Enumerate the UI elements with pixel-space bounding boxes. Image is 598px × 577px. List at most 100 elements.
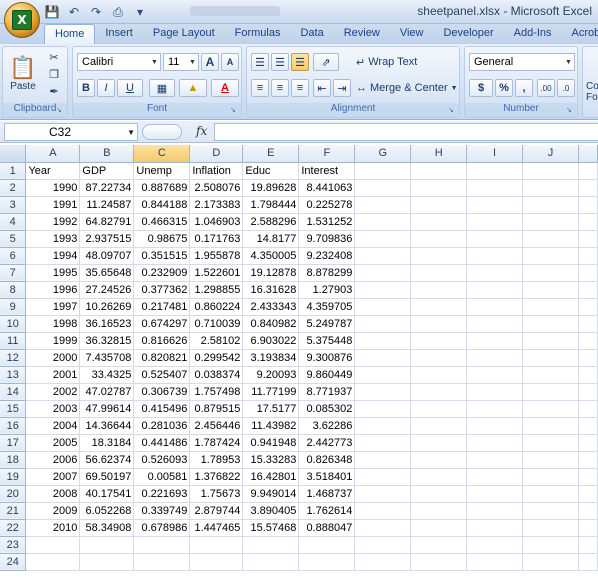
cell[interactable] [298,553,356,571]
cell[interactable]: 2001 [25,366,81,384]
cell[interactable] [578,332,598,350]
cell[interactable] [354,468,412,486]
shrink-font-button[interactable]: A [221,53,239,71]
cell[interactable]: 36.32815 [79,332,135,350]
cell[interactable]: 0.526093 [133,451,191,469]
row-header[interactable]: 19 [0,468,27,486]
cell[interactable]: 2002 [25,383,81,401]
tab-add-ins[interactable]: Add-Ins [504,24,562,44]
cell[interactable]: Educ [242,162,300,180]
cell[interactable]: 3.518401 [298,468,356,486]
column-header-f[interactable]: F [298,145,356,163]
cell[interactable] [410,451,468,469]
cell[interactable]: 8.441063 [298,179,356,197]
cell[interactable] [133,536,191,554]
cell[interactable]: Year [25,162,81,180]
align-top-icon[interactable]: ☰ [251,53,269,71]
cell[interactable]: 3.890405 [242,502,300,520]
clipboard-launcher-icon[interactable]: ↘ [56,106,65,115]
column-header-b[interactable]: B [79,145,135,163]
cell[interactable] [410,179,468,197]
cell[interactable]: 64.82791 [79,213,135,231]
redo-icon[interactable]: ↷ [88,4,104,20]
cell[interactable]: 0.678986 [133,519,191,537]
cell[interactable]: 19.12878 [242,264,300,282]
row-header[interactable]: 3 [0,196,27,214]
column-header-i[interactable]: I [466,145,524,163]
formula-bar-expand-button[interactable] [142,124,182,140]
cell[interactable]: 0.306739 [133,383,191,401]
cell[interactable]: 2007 [25,468,81,486]
cell[interactable] [522,553,579,571]
cell[interactable] [410,553,468,571]
cell[interactable] [466,349,524,367]
cell[interactable] [522,196,579,214]
cell[interactable] [354,383,412,401]
cell[interactable] [354,247,412,265]
row-header[interactable]: 13 [0,366,27,384]
cell[interactable] [25,536,81,554]
cell[interactable] [410,383,468,401]
column-header-e[interactable]: E [242,145,300,163]
paste-button[interactable]: 📋 Paste [7,49,39,97]
cell[interactable] [79,553,135,571]
cell[interactable] [522,417,579,435]
row-header[interactable]: 15 [0,400,27,418]
cell[interactable] [578,451,598,469]
row-header[interactable]: 21 [0,502,27,520]
cell[interactable] [522,468,579,486]
cell[interactable] [354,485,412,503]
cell[interactable]: 2.508076 [189,179,244,197]
column-header-c[interactable]: C [133,145,191,163]
italic-button[interactable]: I [97,79,115,97]
cell[interactable] [410,366,468,384]
formula-input[interactable] [214,123,598,141]
row-header[interactable]: 10 [0,315,27,333]
cell[interactable] [410,315,468,333]
column-header-a[interactable]: A [25,145,81,163]
cell[interactable]: 2004 [25,417,81,435]
cell[interactable] [578,383,598,401]
cell[interactable] [354,519,412,537]
cell[interactable]: 3.62286 [298,417,356,435]
cell[interactable]: 0.826348 [298,451,356,469]
cell[interactable]: 0.941948 [242,434,300,452]
tab-developer[interactable]: Developer [433,24,503,44]
cell[interactable] [466,179,524,197]
cell[interactable]: 69.50197 [79,468,135,486]
print-icon[interactable]: ⎙ [110,4,126,20]
undo-icon[interactable]: ↶ [66,4,82,20]
cell[interactable] [578,553,598,571]
cell[interactable]: 9.300876 [298,349,356,367]
cell[interactable]: 2.937515 [79,230,135,248]
cell[interactable]: 8.878299 [298,264,356,282]
cell[interactable]: 6.052268 [79,502,135,520]
cell[interactable] [466,451,524,469]
cell[interactable]: 11.43982 [242,417,300,435]
cell[interactable] [79,536,135,554]
cell[interactable]: 9.949014 [242,485,300,503]
comma-button[interactable]: , [515,79,533,97]
cell[interactable] [578,213,598,231]
cell[interactable] [354,281,412,299]
cell[interactable]: 2.433343 [242,298,300,316]
cell[interactable] [578,468,598,486]
conditional-formatting-label[interactable]: Co Fo [586,81,598,103]
tab-review[interactable]: Review [334,24,390,44]
cell[interactable] [189,536,244,554]
align-bottom-icon[interactable]: ☰ [291,53,309,71]
cell[interactable] [578,162,598,180]
cell[interactable] [354,434,412,452]
cell[interactable]: 1997 [25,298,81,316]
cell[interactable]: 6.903022 [242,332,300,350]
cell[interactable]: 0.00581 [133,468,191,486]
cell[interactable]: 87.22734 [79,179,135,197]
cell[interactable] [578,264,598,282]
cell[interactable] [578,247,598,265]
cell[interactable]: 1.376822 [189,468,244,486]
cell[interactable]: 1.522601 [189,264,244,282]
fill-color-icon[interactable]: ▲ [179,79,207,97]
cell[interactable] [298,536,356,554]
cell[interactable]: 5.375448 [298,332,356,350]
cell[interactable] [522,485,579,503]
